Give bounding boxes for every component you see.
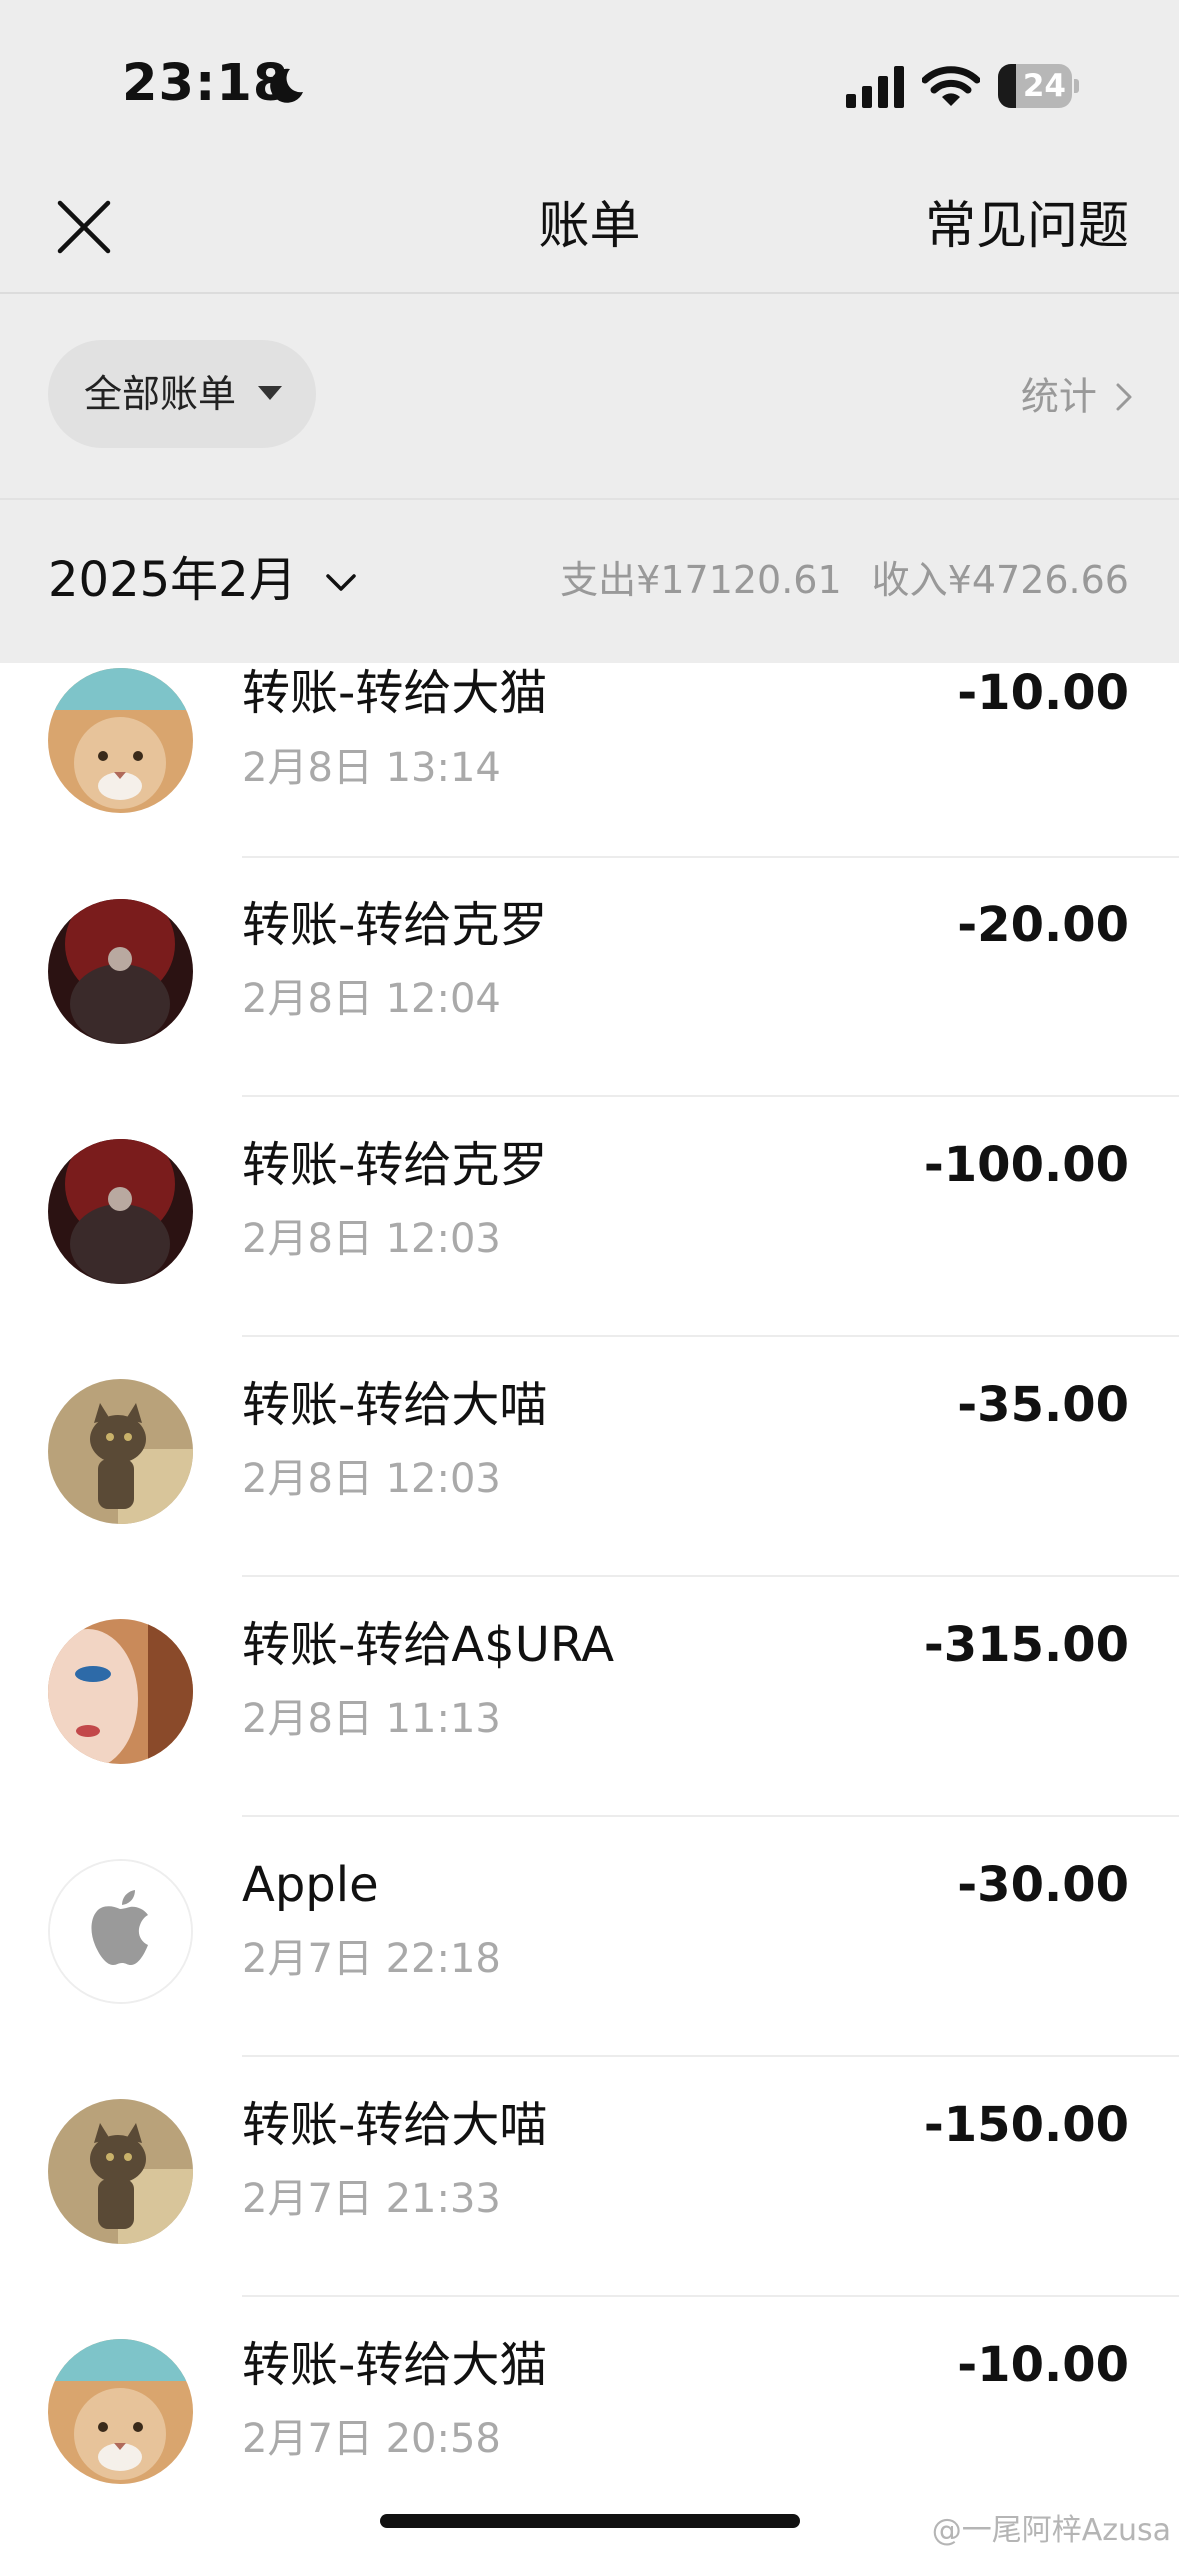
- transaction-time: 2月7日 22:18: [242, 1936, 501, 1982]
- wifi-icon: [922, 66, 980, 106]
- month-summary: 支出¥17120.61 收入¥4726.66: [560, 556, 1129, 604]
- signal-icon: [846, 66, 904, 108]
- avatar-tabby-cat: [48, 2099, 193, 2244]
- apple-logo-icon: [48, 1859, 193, 2004]
- transaction-title: 转账-转给克罗: [242, 897, 548, 953]
- transaction-title: 转账-转给大喵: [242, 2097, 548, 2153]
- transaction-amount: -10.00: [957, 665, 1129, 721]
- month-selector[interactable]: 2025年2月: [48, 548, 358, 612]
- transaction-time: 2月8日 13:14: [242, 745, 501, 791]
- transaction-title: 转账-转给A$URA: [242, 1617, 615, 1673]
- bill-filter-button[interactable]: 全部账单: [48, 340, 316, 448]
- transaction-time: 2月8日 12:03: [242, 1216, 501, 1262]
- bill-filter-label: 全部账单: [84, 372, 237, 416]
- transaction-amount: -30.00: [957, 1857, 1129, 1913]
- transaction-title: 转账-转给大猫: [242, 665, 548, 721]
- avatar-cat-hat: [48, 668, 193, 813]
- transaction-row[interactable]: Apple 2月7日 22:18 -30.00: [0, 1817, 1179, 2057]
- home-indicator[interactable]: [380, 2514, 800, 2528]
- watermark: @一尾阿梓Azusa: [931, 2513, 1171, 2548]
- month-label: 2025年2月: [48, 552, 297, 608]
- transaction-time: 2月7日 20:58: [242, 2416, 501, 2462]
- transaction-time: 2月8日 11:13: [242, 1696, 501, 1742]
- transaction-amount: -20.00: [957, 897, 1129, 953]
- chevron-right-icon: [1116, 383, 1132, 410]
- transaction-title: 转账-转给大猫: [242, 2337, 548, 2393]
- transaction-row[interactable]: 转账-转给克罗 2月8日 12:04 -20.00: [0, 857, 1179, 1097]
- avatar-dark-red: [48, 899, 193, 1044]
- avatar-cat-hat: [48, 2339, 193, 2484]
- transaction-row[interactable]: 转账-转给大猫 2月7日 20:58 -10.00: [0, 2297, 1179, 2537]
- transaction-row[interactable]: 转账-转给克罗 2月8日 12:03 -100.00: [0, 1097, 1179, 1337]
- battery-icon: 24: [998, 64, 1079, 108]
- avatar-tabby-cat: [48, 1379, 193, 1524]
- transaction-row[interactable]: 转账-转给大喵 2月7日 21:33 -150.00: [0, 2057, 1179, 2297]
- avatar-dark-red: [48, 1139, 193, 1284]
- transaction-amount: -35.00: [957, 1377, 1129, 1433]
- stats-link[interactable]: 统计: [1021, 370, 1133, 421]
- transaction-amount: -10.00: [957, 2337, 1129, 2393]
- transaction-title: 转账-转给克罗: [242, 1137, 548, 1193]
- battery-level: 24: [1022, 68, 1066, 104]
- expense-total: 支出¥17120.61: [560, 558, 842, 602]
- stats-label: 统计: [1020, 374, 1097, 419]
- transaction-amount: -150.00: [923, 2097, 1129, 2153]
- transaction-amount: -315.00: [923, 1617, 1129, 1673]
- transaction-title: 转账-转给大喵: [242, 1377, 548, 1433]
- transaction-amount: -100.00: [923, 1137, 1129, 1193]
- transaction-time: 2月8日 12:04: [242, 976, 501, 1022]
- faq-link[interactable]: 常见问题: [925, 195, 1129, 259]
- divider: [0, 498, 1179, 500]
- header-area: 23:18 24 账单 常见问题 全部账单 统计 2025年2月 支出¥1712…: [0, 0, 1179, 663]
- moon-icon: [270, 68, 303, 103]
- transaction-time: 2月7日 21:33: [242, 2176, 501, 2222]
- income-total: 收入¥4726.66: [871, 558, 1129, 602]
- transaction-row[interactable]: 转账-转给A$URA 2月8日 11:13 -315.00: [0, 1577, 1179, 1817]
- transaction-title: Apple: [242, 1857, 379, 1913]
- divider: [0, 292, 1179, 294]
- chevron-down-icon: [326, 574, 356, 591]
- status-time: 23:18: [122, 54, 290, 113]
- avatar-face: [48, 1619, 193, 1764]
- caret-down-icon: [258, 386, 282, 400]
- transaction-row[interactable]: 转账-转给大喵 2月8日 12:03 -35.00: [0, 1337, 1179, 1577]
- transaction-time: 2月8日 12:03: [242, 1456, 501, 1502]
